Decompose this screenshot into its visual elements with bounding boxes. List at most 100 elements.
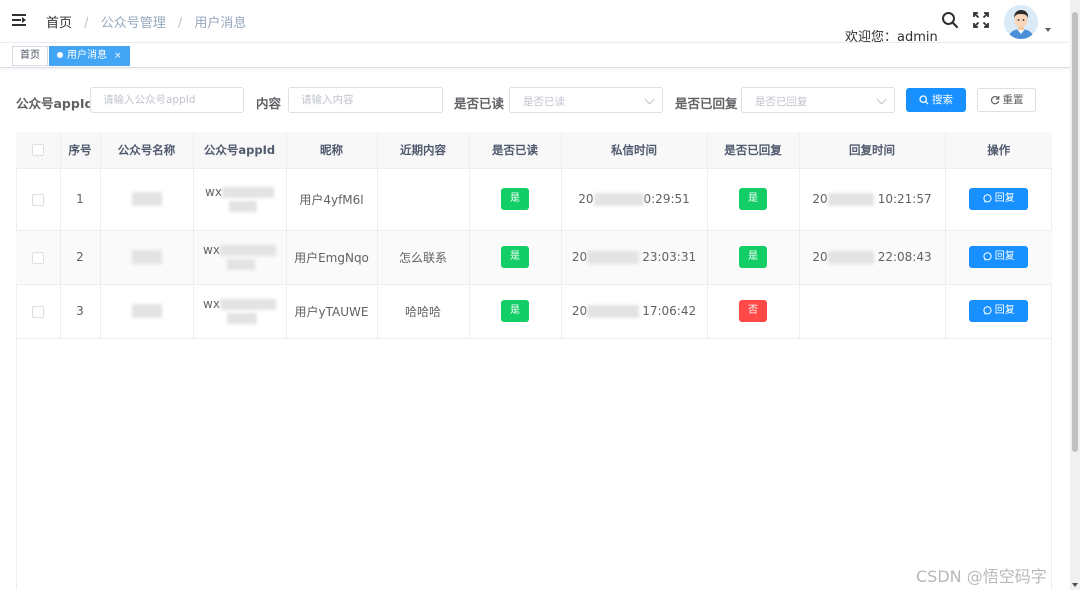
tag-home[interactable]: 首页: [12, 46, 48, 66]
redacted-account-name: [131, 304, 162, 319]
header-actions: 操作: [945, 132, 1052, 169]
actions-cell: 回复: [945, 284, 1052, 339]
reply-time-suffix: 22:08:43: [877, 250, 932, 264]
search-button[interactable]: 搜索: [906, 88, 966, 112]
messages-table: 序号 公众号名称 公众号appId 昵称 近期内容 是否已读 私信时间 是否已回…: [16, 132, 1052, 339]
header-recent-content: 近期内容: [377, 132, 470, 169]
reply-time-suffix: 10:21:57: [877, 192, 932, 206]
row-checkbox-cell[interactable]: [16, 168, 61, 231]
message-time-suffix: 17:06:42: [642, 304, 697, 318]
user-avatar[interactable]: [1004, 5, 1038, 39]
chat-bubble-icon: [983, 252, 992, 261]
account-name-cell: [100, 168, 194, 231]
read-status-placeholder: 是否已读: [523, 96, 565, 108]
read-cell: 是: [469, 284, 562, 339]
row-index: 1: [60, 168, 101, 231]
chevron-down-icon: [644, 94, 655, 105]
message-time-prefix: 20: [571, 304, 588, 318]
redacted-time: [587, 305, 640, 318]
breadcrumb-home[interactable]: 首页: [46, 16, 72, 31]
reply-time-prefix: 20: [812, 192, 828, 206]
row-checkbox[interactable]: [31, 305, 44, 318]
header-nickname: 昵称: [286, 132, 378, 169]
redacted-time: [827, 193, 874, 206]
appid-label: 公众号appId: [16, 96, 94, 111]
table-row: 2 wx 用户EmgNqo 怎么联系 是 20 23:03:31 是 20 22:0…: [16, 230, 1052, 285]
reply-button[interactable]: 回复: [969, 188, 1029, 210]
table-header-row: 序号 公众号名称 公众号appId 昵称 近期内容 是否已读 私信时间 是否已回…: [16, 132, 1052, 169]
reply-button[interactable]: 回复: [969, 246, 1029, 268]
nickname-cell: 用户yTAUWE: [286, 284, 378, 339]
redacted-appid: [227, 313, 258, 324]
header-message-time: 私信时间: [561, 132, 708, 169]
tags-view: 首页 用户消息 ×: [0, 42, 1080, 68]
replied-cell: 是: [707, 230, 800, 285]
tag-user-messages[interactable]: 用户消息 ×: [49, 46, 130, 66]
user-dropdown-caret-icon[interactable]: [1045, 28, 1051, 32]
search-icon: [919, 95, 929, 105]
row-index: 2: [60, 230, 101, 285]
row-checkbox-cell[interactable]: [16, 284, 61, 339]
redacted-time: [593, 193, 644, 206]
search-button-label: 搜索: [932, 94, 953, 106]
redacted-account-name: [131, 192, 162, 207]
message-time-cell: 20 23:03:31: [561, 230, 708, 285]
row-checkbox-cell[interactable]: [16, 230, 61, 285]
search-icon[interactable]: [941, 11, 959, 29]
redacted-appid: [227, 259, 256, 270]
replied-status-select[interactable]: 是否已回复: [741, 87, 895, 113]
row-checkbox[interactable]: [31, 251, 44, 264]
reply-button[interactable]: 回复: [969, 300, 1029, 322]
appid-cell: wx: [193, 168, 287, 231]
tag-home-label: 首页: [20, 50, 40, 61]
page-scrollbar[interactable]: [1070, 0, 1080, 590]
redacted-appid: [229, 201, 258, 212]
close-icon[interactable]: ×: [114, 51, 122, 61]
message-time-suffix: 0:29:51: [643, 192, 690, 206]
redacted-time: [827, 251, 874, 264]
refresh-icon: [990, 96, 999, 105]
active-dot-icon: [57, 52, 63, 58]
appid-input[interactable]: [90, 87, 244, 113]
chevron-down-icon: [876, 94, 887, 105]
read-status-badge: 是: [501, 246, 529, 268]
account-name-cell: [100, 230, 194, 285]
breadcrumb-account-management[interactable]: 公众号管理: [101, 16, 166, 31]
reset-button[interactable]: 重置: [977, 88, 1036, 112]
appid-prefix: wx: [205, 185, 222, 199]
breadcrumb-user-messages: 用户消息: [194, 16, 247, 31]
appid-prefix: wx: [203, 297, 220, 311]
replied-status-placeholder: 是否已回复: [755, 96, 808, 108]
fullscreen-icon[interactable]: [972, 11, 990, 29]
read-cell: 是: [469, 168, 562, 231]
read-status-badge: 是: [501, 188, 529, 210]
content-input[interactable]: [288, 87, 443, 113]
message-time-prefix: 20: [571, 250, 588, 264]
scroll-down-arrow-icon[interactable]: [1072, 583, 1078, 587]
actions-cell: 回复: [945, 230, 1052, 285]
breadcrumb-separator: /: [84, 16, 89, 31]
reply-time-cell: [799, 284, 946, 339]
replied-status-label: 是否已回复: [675, 96, 738, 111]
select-all-checkbox[interactable]: [31, 144, 44, 157]
message-time-cell: 20 17:06:42: [561, 284, 708, 339]
redacted-time: [587, 251, 640, 264]
hamburger-menu-icon[interactable]: [12, 14, 26, 27]
reply-button-label: 回复: [994, 193, 1015, 204]
header-account-name: 公众号名称: [100, 132, 194, 169]
header-read: 是否已读: [469, 132, 562, 169]
redacted-appid: [221, 187, 274, 198]
row-checkbox[interactable]: [31, 193, 44, 206]
scrollbar-thumb[interactable]: [1072, 12, 1078, 452]
appid-cell: wx: [193, 230, 287, 285]
table-row: 3 wx 用户yTAUWE 哈哈哈 是 20 17:06:42 否 回复: [16, 284, 1052, 339]
nickname-cell: 用户4yfM6l: [286, 168, 378, 231]
header-select-all[interactable]: [16, 132, 61, 169]
read-status-select[interactable]: 是否已读: [509, 87, 663, 113]
breadcrumb: 首页 / 公众号管理 / 用户消息: [46, 12, 246, 31]
replied-cell: 是: [707, 168, 800, 231]
reply-button-label: 回复: [994, 251, 1015, 262]
reply-button-label: 回复: [994, 305, 1015, 316]
reset-button-label: 重置: [1002, 94, 1024, 106]
header-reply-time: 回复时间: [799, 132, 946, 169]
